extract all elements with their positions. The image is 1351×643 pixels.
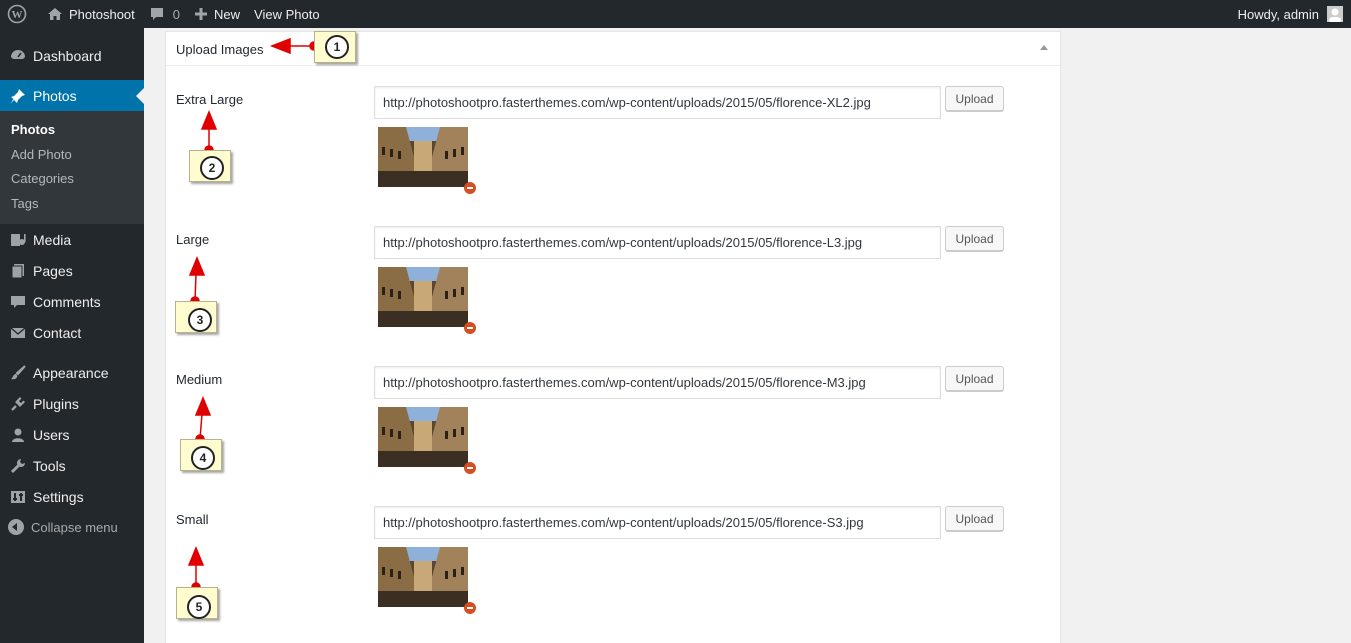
- field-label-medium: Medium: [176, 372, 223, 387]
- image-thumbnail: [378, 407, 468, 467]
- submenu-photos[interactable]: Photos: [0, 118, 144, 143]
- view-photo-link[interactable]: View Photo: [247, 0, 327, 28]
- submenu-categories[interactable]: Categories: [0, 167, 144, 192]
- view-photo-label: View Photo: [254, 6, 320, 22]
- admin-sidebar: Dashboard Photos Photos Add Photo Catego…: [0, 28, 144, 643]
- media-icon: [8, 230, 28, 250]
- new-content-link[interactable]: New: [187, 0, 247, 28]
- url-input-medium[interactable]: http://photoshootpro.fasterthemes.com/wp…: [374, 366, 941, 399]
- wordpress-logo[interactable]: W: [0, 0, 40, 28]
- callout-number: 2: [200, 156, 224, 180]
- howdy-text: Howdy, admin: [1237, 6, 1319, 22]
- menu-photos[interactable]: Photos: [0, 80, 144, 111]
- my-account[interactable]: Howdy, admin: [1238, 0, 1351, 28]
- wrench-icon: [8, 456, 28, 476]
- menu-label: Plugins: [33, 395, 79, 412]
- upload-button-large[interactable]: Upload: [945, 226, 1004, 251]
- image-thumbnail: [378, 127, 468, 187]
- menu-label: Appearance: [33, 364, 109, 381]
- wordpress-icon: W: [7, 4, 27, 24]
- remove-icon[interactable]: [464, 182, 476, 194]
- menu-contact[interactable]: Contact: [0, 317, 144, 348]
- upload-button-medium[interactable]: Upload: [945, 366, 1004, 391]
- upload-button-extra-large[interactable]: Upload: [945, 86, 1004, 111]
- url-input-large[interactable]: http://photoshootpro.fasterthemes.com/wp…: [374, 226, 941, 259]
- annotation-callout: 4: [180, 439, 222, 471]
- pages-icon: [8, 261, 28, 281]
- remove-icon[interactable]: [464, 602, 476, 614]
- remove-icon[interactable]: [464, 462, 476, 474]
- callout-number: 4: [191, 446, 215, 470]
- metabox-title[interactable]: Upload Images: [166, 32, 1060, 66]
- avatar: [1327, 6, 1343, 22]
- menu-plugins[interactable]: Plugins: [0, 388, 144, 419]
- home-icon: [48, 8, 62, 20]
- menu-dashboard[interactable]: Dashboard: [0, 40, 144, 71]
- admin-bar: W Photoshoot 0 New View Photo Howdy, adm…: [0, 0, 1351, 28]
- menu-pages[interactable]: Pages: [0, 255, 144, 286]
- annotation-callout: 1: [314, 31, 356, 63]
- url-input-small[interactable]: http://photoshootpro.fasterthemes.com/wp…: [374, 506, 941, 539]
- settings-icon: [8, 487, 28, 507]
- menu-settings[interactable]: Settings: [0, 481, 144, 512]
- menu-media[interactable]: Media: [0, 224, 144, 255]
- menu-comments[interactable]: Comments: [0, 286, 144, 317]
- annotation-callout: 5: [176, 587, 218, 619]
- menu-label: Dashboard: [33, 47, 102, 64]
- image-thumbnail: [378, 267, 468, 327]
- comment-bubble-icon: [150, 8, 163, 20]
- callout-number: 1: [325, 35, 349, 59]
- menu-label: Photos: [33, 87, 77, 104]
- menu-label: Pages: [33, 262, 73, 279]
- submenu-tags[interactable]: Tags: [0, 192, 144, 217]
- photos-submenu: Photos Add Photo Categories Tags: [0, 111, 144, 224]
- site-name: Photoshoot: [69, 6, 135, 22]
- collapse-label: Collapse menu: [31, 519, 118, 535]
- field-label-large: Large: [176, 232, 210, 247]
- menu-label: Contact: [33, 324, 82, 341]
- comments-icon: [8, 292, 28, 312]
- menu-label: Comments: [33, 293, 101, 310]
- new-label: New: [214, 6, 241, 22]
- dashboard-icon: [8, 46, 28, 66]
- menu-label: Tools: [33, 457, 66, 474]
- menu-label: Media: [33, 231, 72, 248]
- url-input-extra-large[interactable]: http://photoshootpro.fasterthemes.com/wp…: [374, 86, 941, 119]
- comment-count: 0: [172, 6, 181, 22]
- annotation-callout: 2: [189, 150, 231, 182]
- submenu-add-photo[interactable]: Add Photo: [0, 143, 144, 168]
- menu-label: Settings: [33, 488, 84, 505]
- upload-button-small[interactable]: Upload: [945, 506, 1004, 531]
- mail-icon: [8, 323, 28, 343]
- remove-icon[interactable]: [464, 322, 476, 334]
- callout-number: 5: [187, 595, 211, 619]
- field-label-extra-large: Extra Large: [176, 92, 244, 107]
- collapse-arrow-icon: [8, 519, 24, 535]
- collapse-menu-button[interactable]: Collapse menu: [0, 512, 144, 542]
- upload-images-metabox: Upload Images: [165, 31, 1061, 643]
- pin-icon: [8, 86, 28, 106]
- menu-tools[interactable]: Tools: [0, 450, 144, 481]
- comments-link[interactable]: 0: [142, 0, 187, 28]
- users-icon: [8, 425, 28, 445]
- annotation-callout: 3: [175, 301, 217, 333]
- image-thumbnail: [378, 547, 468, 607]
- callout-number: 3: [188, 308, 212, 332]
- menu-appearance[interactable]: Appearance: [0, 357, 144, 388]
- menu-label: Users: [33, 426, 70, 443]
- toggle-arrow-icon[interactable]: [1040, 45, 1048, 50]
- paintbrush-icon: [8, 363, 28, 383]
- field-label-small: Small: [176, 512, 209, 527]
- site-name-link[interactable]: Photoshoot: [40, 0, 142, 28]
- plugin-icon: [8, 394, 28, 414]
- plus-icon: [195, 8, 208, 20]
- menu-users[interactable]: Users: [0, 419, 144, 450]
- svg-text:W: W: [12, 9, 23, 21]
